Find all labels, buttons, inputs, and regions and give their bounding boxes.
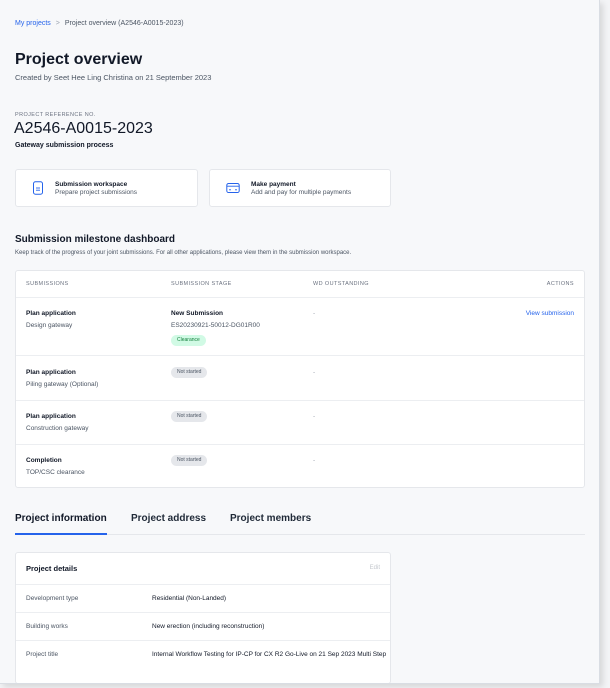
detail-label: Project title	[26, 651, 59, 658]
wd-outstanding-value: -	[313, 369, 316, 376]
tab-project-information[interactable]: Project information	[15, 513, 107, 524]
column-header-submission-stage: SUBMISSION STAGE	[171, 281, 232, 287]
detail-row: Project title Internal Workflow Testing …	[16, 640, 390, 683]
submission-title: Plan application	[26, 310, 76, 317]
submission-title: Plan application	[26, 413, 76, 420]
status-badge: Clearance	[171, 335, 206, 346]
detail-label: Building works	[26, 623, 68, 630]
edit-button[interactable]: Edit	[370, 565, 380, 571]
breadcrumb: My projects > Project overview (A2546-A0…	[15, 20, 184, 27]
make-payment-title: Make payment	[251, 180, 296, 188]
wd-outstanding-value: -	[313, 310, 316, 317]
detail-value: Internal Workflow Testing for IP-CP for …	[152, 651, 387, 658]
detail-value: New erection (including reconstruction)	[152, 623, 265, 630]
project-reference-number: A2546-A0015-2023	[14, 120, 153, 137]
created-by-text: Created by Seet Hee Ling Christina on 21…	[15, 73, 212, 82]
submission-subtitle: Piling gateway (Optional)	[26, 381, 99, 388]
column-header-submissions: SUBMISSIONS	[26, 281, 69, 287]
submission-title: Plan application	[26, 369, 76, 376]
stage-title: New Submission	[171, 310, 224, 317]
table-row: Completion TOP/CSC clearance Not started…	[16, 444, 584, 488]
project-overview-page: My projects > Project overview (A2546-A0…	[0, 0, 600, 684]
submission-subtitle: Design gateway	[26, 322, 73, 329]
project-details-card: Project details Edit Development type Re…	[15, 552, 391, 683]
table-row: Plan application Design gateway New Subm…	[16, 297, 584, 355]
column-header-actions: ACTIONS	[546, 281, 574, 287]
status-badge: Not started	[171, 367, 208, 378]
breadcrumb-my-projects[interactable]: My projects	[15, 20, 51, 27]
submission-subtitle: Construction gateway	[26, 425, 89, 432]
status-badge: Not started	[171, 455, 208, 466]
table-row: Plan application Construction gateway No…	[16, 400, 584, 444]
submission-workspace-title: Submission workspace	[55, 180, 128, 188]
wd-outstanding-value: -	[313, 413, 316, 420]
project-details-title: Project details	[26, 564, 78, 573]
payment-card-icon	[226, 183, 240, 193]
submission-title: Completion	[26, 457, 62, 464]
make-payment-subtitle: Add and pay for multiple payments	[251, 188, 352, 196]
detail-value: Residential (Non-Landed)	[152, 595, 227, 602]
submission-workspace-card[interactable]: Submission workspace Prepare project sub…	[15, 169, 198, 207]
tab-project-members[interactable]: Project members	[230, 513, 311, 524]
document-icon	[33, 181, 43, 195]
column-header-wd-outstanding: WD OUTSTANDING	[313, 281, 369, 287]
active-tab-indicator	[15, 533, 107, 535]
submission-workspace-subtitle: Prepare project submissions	[55, 188, 138, 196]
submission-milestone-table: SUBMISSIONS SUBMISSION STAGE WD OUTSTAND…	[15, 270, 585, 488]
detail-row: Building works New erection (including r…	[16, 612, 390, 640]
view-submission-link[interactable]: View submission	[526, 310, 574, 317]
submission-subtitle: TOP/CSC clearance	[26, 469, 85, 476]
table-row: Plan application Piling gateway (Optiona…	[16, 355, 584, 400]
process-name: Gateway submission process	[15, 142, 114, 149]
milestone-dashboard-title: Submission milestone dashboard	[15, 234, 176, 245]
wd-outstanding-value: -	[313, 457, 316, 464]
project-reference-label: PROJECT REFERENCE NO.	[15, 112, 96, 118]
page-title: Project overview	[15, 51, 143, 68]
breadcrumb-current: Project overview (A2546-A0015-2023)	[64, 20, 184, 27]
make-payment-card[interactable]: Make payment Add and pay for multiple pa…	[209, 169, 391, 207]
stage-code: ES20230921-50012-DG01R00	[171, 322, 260, 329]
breadcrumb-separator: >	[55, 20, 60, 27]
milestone-dashboard-subtitle: Keep track of the progress of your joint…	[15, 250, 352, 256]
tab-project-address[interactable]: Project address	[131, 513, 206, 524]
status-badge: Not started	[171, 411, 208, 422]
detail-row: Development type Residential (Non-Landed…	[16, 584, 390, 612]
project-tabs: Project information Project address Proj…	[15, 505, 585, 535]
detail-label: Development type	[26, 595, 79, 602]
